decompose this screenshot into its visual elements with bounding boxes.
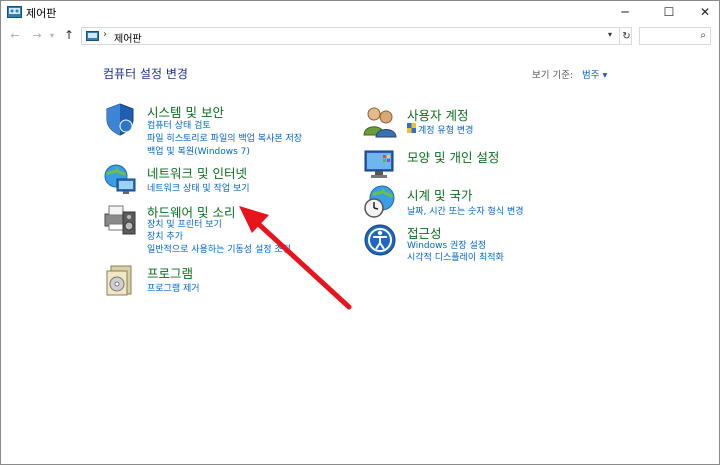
- recent-locations-button[interactable]: ▾: [47, 27, 57, 43]
- address-dropdown-icon[interactable]: ▾: [608, 30, 612, 39]
- category-title[interactable]: 모양 및 개인 설정: [407, 147, 499, 166]
- network-globe-icon[interactable]: [103, 163, 137, 197]
- up-button[interactable]: ↑: [61, 27, 77, 43]
- forward-button[interactable]: →: [29, 27, 45, 43]
- category-title[interactable]: 네트워크 및 인터넷: [147, 163, 247, 182]
- breadcrumb-separator: ›: [103, 29, 107, 40]
- search-icon: ⌕: [700, 30, 706, 41]
- refresh-icon: ↻: [622, 30, 631, 42]
- link-add-device[interactable]: 장치 추가: [147, 229, 183, 242]
- link-mobility-settings[interactable]: 일반적으로 사용하는 기동성 설정 조정: [147, 242, 291, 255]
- window-title: 제어판: [26, 7, 57, 20]
- maximize-button[interactable]: ☐: [649, 1, 689, 23]
- control-panel-icon: [7, 6, 22, 18]
- search-box[interactable]: ⌕: [639, 27, 711, 45]
- shield-icon[interactable]: [103, 102, 137, 136]
- page-title: 컴퓨터 설정 변경: [103, 67, 188, 81]
- view-by-label: 보기 기준:: [532, 70, 574, 81]
- breadcrumb-control-panel[interactable]: 제어판: [114, 30, 142, 45]
- link-file-history[interactable]: 파일 히스토리로 파일의 백업 복사본 저장: [147, 131, 302, 144]
- minimize-icon: ─: [621, 5, 629, 19]
- maximize-icon: ☐: [663, 5, 675, 19]
- category-title[interactable]: 사용자 계정: [407, 105, 468, 124]
- link-network-status[interactable]: 네트워크 상태 및 작업 보기: [147, 181, 250, 194]
- close-icon: ✕: [699, 5, 711, 19]
- arrow-up-icon: ↑: [63, 28, 75, 42]
- view-by-dropdown[interactable]: 범주 ▾: [582, 67, 607, 81]
- title-bar: 제어판 ─ ☐ ✕: [1, 1, 719, 23]
- link-review-status[interactable]: 컴퓨터 상태 검토: [147, 118, 211, 131]
- programs-icon[interactable]: [103, 263, 137, 297]
- clock-globe-icon[interactable]: [363, 185, 397, 219]
- category-title[interactable]: 프로그램: [147, 263, 193, 282]
- uac-shield-icon: [407, 123, 416, 133]
- link-backup-restore[interactable]: 백업 및 복원(Windows 7): [147, 144, 250, 157]
- arrow-left-icon: ←: [10, 28, 20, 42]
- address-bar[interactable]: › 제어판 ▾ ↻: [81, 27, 632, 45]
- link-date-time-format[interactable]: 날짜, 시간 또는 숫자 형식 변경: [407, 204, 524, 217]
- control-panel-window: 제어판 ─ ☐ ✕ ← → ▾ ↑ › 제어판 ▾ ↻ ⌕ 컴퓨터 설정 변경 …: [0, 0, 720, 465]
- close-button[interactable]: ✕: [685, 1, 720, 23]
- monitor-palette-icon[interactable]: [363, 147, 397, 181]
- link-change-account-type[interactable]: 계정 유형 변경: [418, 123, 473, 136]
- accessibility-icon[interactable]: [363, 223, 397, 257]
- link-optimize-display[interactable]: 시각적 디스플레이 최적화: [407, 250, 504, 263]
- category-title[interactable]: 시계 및 국가: [407, 185, 472, 204]
- users-icon[interactable]: [363, 105, 397, 139]
- minimize-button[interactable]: ─: [605, 1, 645, 23]
- control-panel-icon: [86, 31, 99, 41]
- navigation-bar: ← → ▾ ↑ › 제어판 ▾ ↻ ⌕: [1, 25, 719, 47]
- printer-speaker-icon[interactable]: [103, 202, 137, 236]
- chevron-down-icon: ▾: [49, 30, 54, 40]
- link-uninstall-program[interactable]: 프로그램 제거: [147, 281, 200, 294]
- arrow-right-icon: →: [32, 28, 42, 42]
- back-button[interactable]: ←: [7, 27, 23, 43]
- refresh-button[interactable]: ↻: [619, 28, 633, 44]
